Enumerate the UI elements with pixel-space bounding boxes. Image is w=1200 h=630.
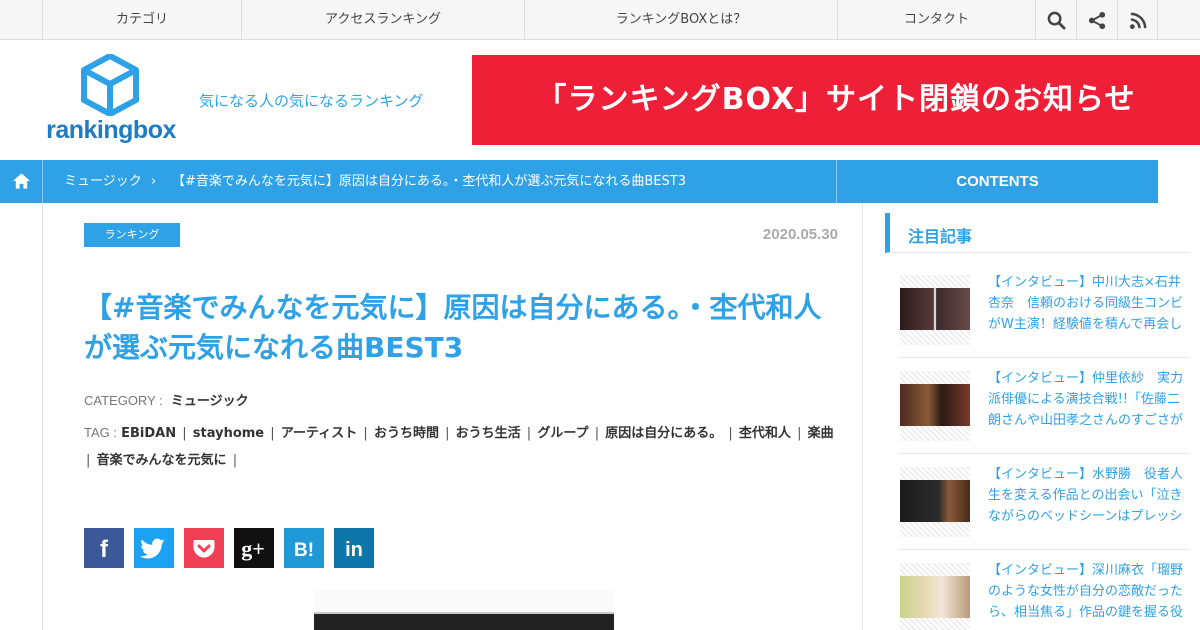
home-button[interactable] [0,160,43,203]
linkedin-share-button[interactable]: in [334,528,374,568]
article-date: 2020.05.30 [762,226,838,243]
svg-text:f: f [100,536,109,563]
tag-separator: | [445,426,450,441]
tag-link[interactable]: グループ [537,426,588,441]
sidebar-heading-label: 注目記事 [908,227,973,246]
category-label: CATEGORY : [84,393,163,408]
tag-separator: | [182,426,187,441]
svg-text:in: in [345,539,363,561]
article-image [314,590,614,630]
tag-link[interactable]: stayhome [193,426,264,441]
tag-link[interactable]: おうち生活 [456,426,521,441]
search-icon [1047,11,1066,30]
tag-separator: | [594,426,600,441]
nav-item-about[interactable]: ランキングBOXとは？ [524,0,837,40]
sidebar-article-thumbnail[interactable] [900,563,970,630]
hatena-bookmark-icon: B! [284,528,324,568]
article-image-frame [314,590,614,614]
sidebar-article-title[interactable]: 【インタビュー】深川麻衣「瑠野のような女性が自分の恋敵だったら、相当焦る」作品の… [988,560,1190,626]
svg-text:g+: g+ [241,536,265,561]
breadcrumb-item-music[interactable]: ミュージック [64,160,142,203]
category-link[interactable]: ミュージック [171,394,249,409]
facebook-icon: f [84,528,124,568]
top-nav: カテゴリ アクセスランキング ランキングBOXとは？ コンタクト [0,0,1200,40]
contents-button[interactable]: CONTENTS [836,160,1158,203]
tag-separator: | [728,426,733,441]
tag-link[interactable]: 楽曲 [808,426,834,441]
home-icon [12,173,31,189]
tag-separator: | [526,426,532,441]
article-title: 【#音楽でみんなを元気に】原因は自分にある。・杢代和人が選ぶ元気になれる曲BES… [84,291,822,364]
nav-item-contact[interactable]: コンタクト [837,0,1035,40]
tag-link[interactable]: EBiDAN [121,426,176,441]
tag-link[interactable]: 原因は自分にある。 [605,426,722,441]
article-category: CATEGORY : ミュージック [84,391,249,412]
nav-item-category[interactable]: カテゴリ [42,0,241,40]
sidebar-article[interactable]: 【インタビュー】水野勝 役者人生を変える作品との出会い「泣きながらのベッドシーン… [898,454,1190,550]
twitter-share-button[interactable] [134,528,174,568]
svg-text:B!: B! [294,540,314,561]
sidebar-article-title[interactable]: 【インタビュー】水野勝 役者人生を変える作品との出会い「泣きながらのベッドシーン… [988,464,1190,530]
sidebar-article-thumbnail[interactable] [900,275,970,345]
site-closure-banner[interactable]: 「ランキングBOX」サイト閉鎖のお知らせ [472,55,1200,145]
tag-link[interactable]: 音楽でみんなを元気に [97,453,227,468]
facebook-share-button[interactable]: f [84,528,124,568]
sidebar-article[interactable]: 【インタビュー】深川麻衣「瑠野のような女性が自分の恋敵だったら、相当焦る」作品の… [898,550,1190,630]
google-plus-share-button[interactable]: g+ [234,528,274,568]
sidebar-article-thumbnail[interactable] [900,371,970,441]
article-tags: TAG : EBiDAN | stayhome | アーティスト | おうち時間… [84,419,844,474]
pocket-share-button[interactable] [184,528,224,568]
share-button[interactable] [1076,0,1117,40]
search-button[interactable] [1035,0,1076,40]
site-tagline: 気になる人の気になるランキング [199,92,424,110]
rss-icon [1129,12,1147,30]
tag-separator: | [270,426,275,441]
tag-separator: | [797,426,802,441]
sidebar-article[interactable]: 【インタビュー】中川大志×石井杏奈 信頼のおける同級生コンビがW主演！経験値を積… [898,262,1190,358]
tag-list: EBiDAN | stayhome | アーティスト | おうち時間 | おうち… [84,426,834,468]
category-badge[interactable]: ランキング [84,223,180,247]
rss-button[interactable] [1117,0,1158,40]
nav-item-access-ranking[interactable]: アクセスランキング [241,0,524,40]
sidebar-article-thumbnail[interactable] [900,467,970,537]
content-border-right [862,203,863,630]
sidebar-article[interactable]: 【インタビュー】仲里依紗 実力派俳優による演技合戦!!「佐藤二朗さんや山田孝之さ… [898,358,1190,454]
linkedin-icon: in [334,528,374,568]
share-icon [1088,11,1106,30]
breadcrumb: ミュージック › 【#音楽でみんなを元気に】原因は自分にある。・杢代和人が選ぶ元… [0,160,1158,203]
sidebar-heading: 注目記事 [885,213,1190,253]
site-logo[interactable]: rankingbox [46,54,176,146]
content-border-left [42,203,43,630]
tag-separator: | [232,453,238,468]
tag-separator: | [86,453,91,468]
tags-label: TAG : [84,425,117,440]
box-logo-icon [81,54,139,116]
twitter-icon [134,528,174,568]
tag-link[interactable]: おうち時間 [374,426,439,441]
google-plus-icon: g+ [234,528,274,568]
breadcrumb-item-current: 【#音楽でみんなを元気に】原因は自分にある。・杢代和人が選ぶ元気になれる曲BES… [172,174,686,189]
sidebar-article-title[interactable]: 【インタビュー】仲里依紗 実力派俳優による演技合戦!!「佐藤二朗さんや山田孝之さ… [988,368,1190,434]
logo-text: rankingbox [46,116,176,144]
sidebar-article-title[interactable]: 【インタビュー】中川大志×石井杏奈 信頼のおける同級生コンビがW主演！経験値を積… [988,272,1190,338]
tag-link[interactable]: アーティスト [281,426,357,441]
chevron-right-icon: › [151,174,157,189]
tag-separator: | [363,426,368,441]
hatena-bookmark-share-button[interactable]: B! [284,528,324,568]
pocket-icon [184,528,224,568]
tag-link[interactable]: 杢代和人 [739,426,791,441]
